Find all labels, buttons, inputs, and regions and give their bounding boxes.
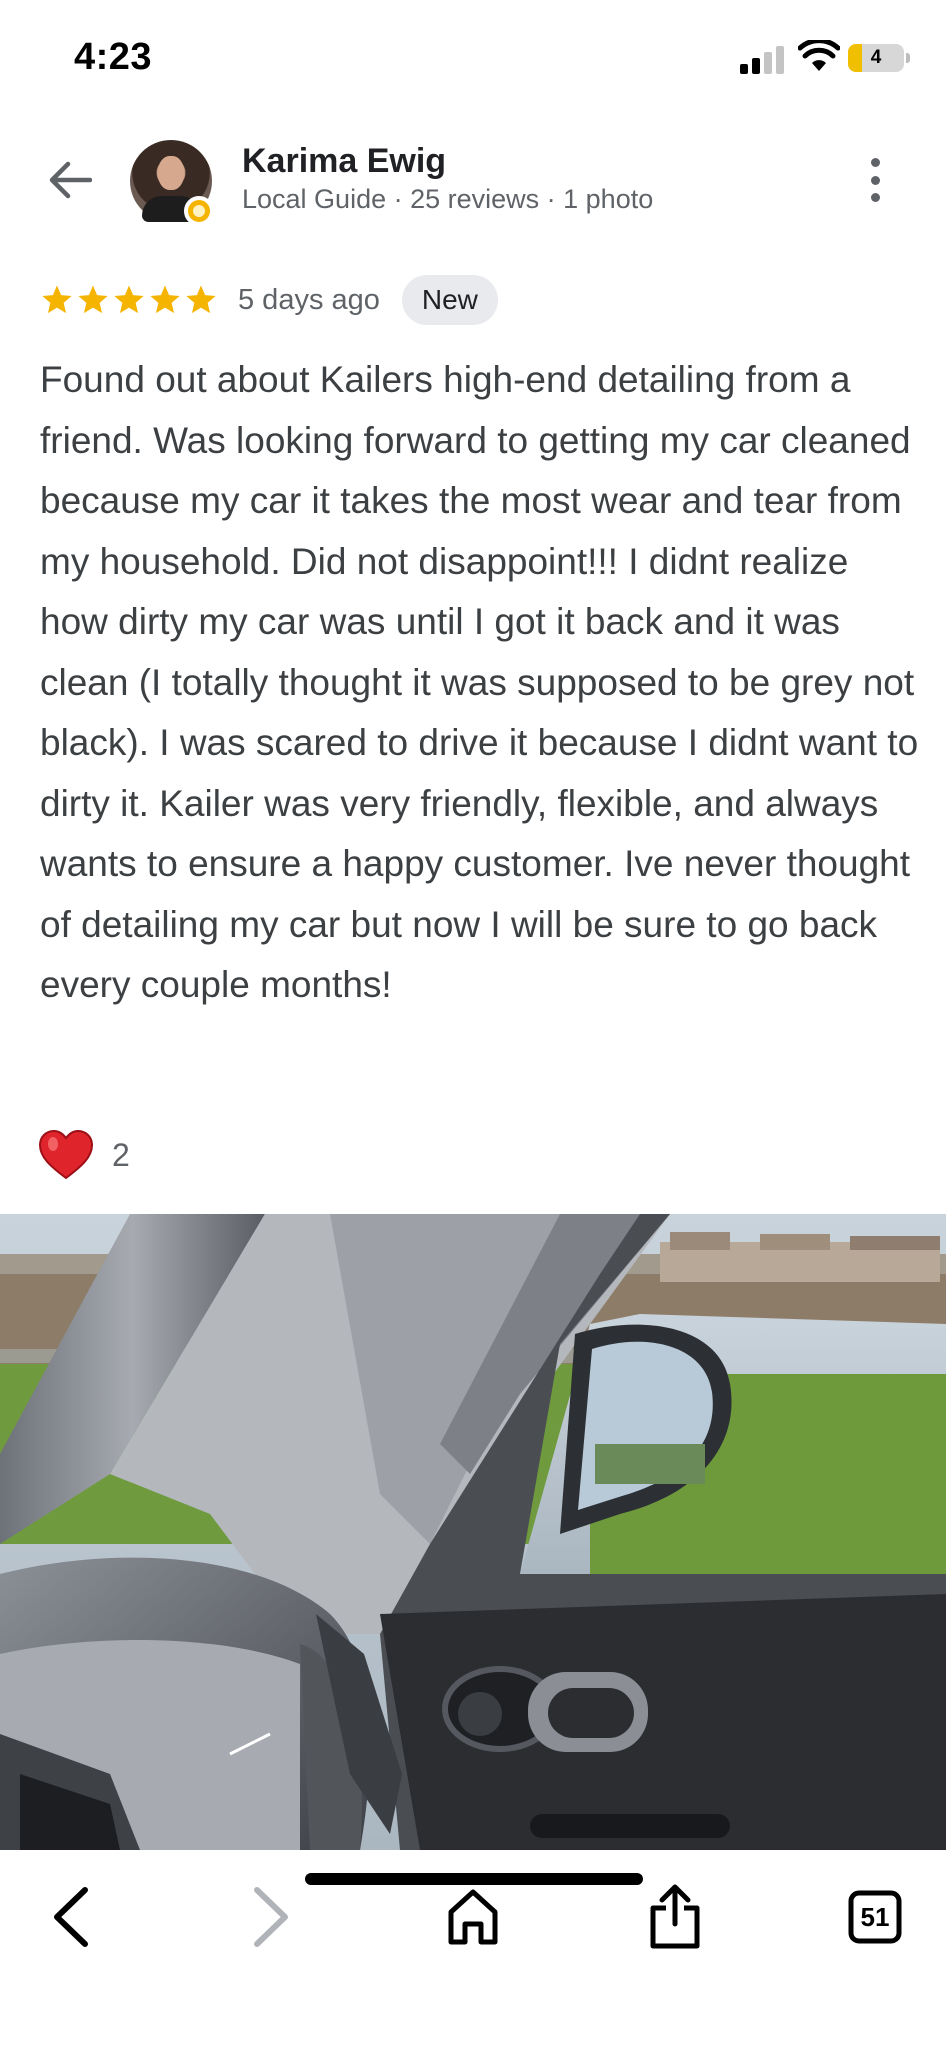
battery-icon: 4 [848,44,910,72]
chevron-right-icon [254,1887,288,1947]
star-icon [114,285,144,314]
cellular-signal-icon [740,44,786,74]
more-options-button[interactable] [860,152,890,208]
heart-icon [38,1129,94,1180]
browser-back-button[interactable] [26,1872,116,1962]
rating-row: 5 days ago New [40,272,498,328]
reaction-count: 2 [112,1136,130,1173]
browser-home-button[interactable] [428,1872,518,1962]
tabs-count: 51 [860,1901,890,1932]
user-name[interactable]: Karima Ewig [242,142,446,181]
status-time: 4:23 [74,36,153,78]
back-button[interactable] [40,150,100,210]
arrow-left-icon [49,161,92,199]
user-meta: Local Guide · 25 reviews · 1 photo [242,184,654,214]
reaction-button[interactable]: 2 [38,1124,130,1186]
star-rating [40,283,218,317]
browser-tabs-button[interactable]: 51 [830,1872,920,1962]
star-icon [186,285,216,314]
star-icon [78,285,108,314]
review-header: Karima Ewig Local Guide · 25 reviews · 1… [0,130,946,230]
battery-level: 4 [870,47,882,68]
new-badge: New [401,275,498,325]
chevron-left-icon [54,1887,88,1947]
local-guide-badge-icon [184,196,214,226]
car-interior-photo [0,1214,946,1850]
more-vert-icon [870,158,880,167]
review-text: Found out about Kailers high-end detaili… [40,359,919,1005]
browser-share-button[interactable] [630,1872,720,1962]
browser-forward-button[interactable] [226,1872,316,1962]
star-icon [150,285,180,314]
star-icon [42,285,72,314]
review-photo[interactable] [0,1214,946,1850]
share-icon [650,1884,700,1949]
review-date: 5 days ago [238,283,380,316]
wifi-icon [798,40,840,71]
status-bar: 4:23 4 [0,0,946,118]
home-icon [448,1889,498,1945]
home-indicator[interactable] [305,1873,643,1885]
avatar[interactable] [130,140,214,226]
